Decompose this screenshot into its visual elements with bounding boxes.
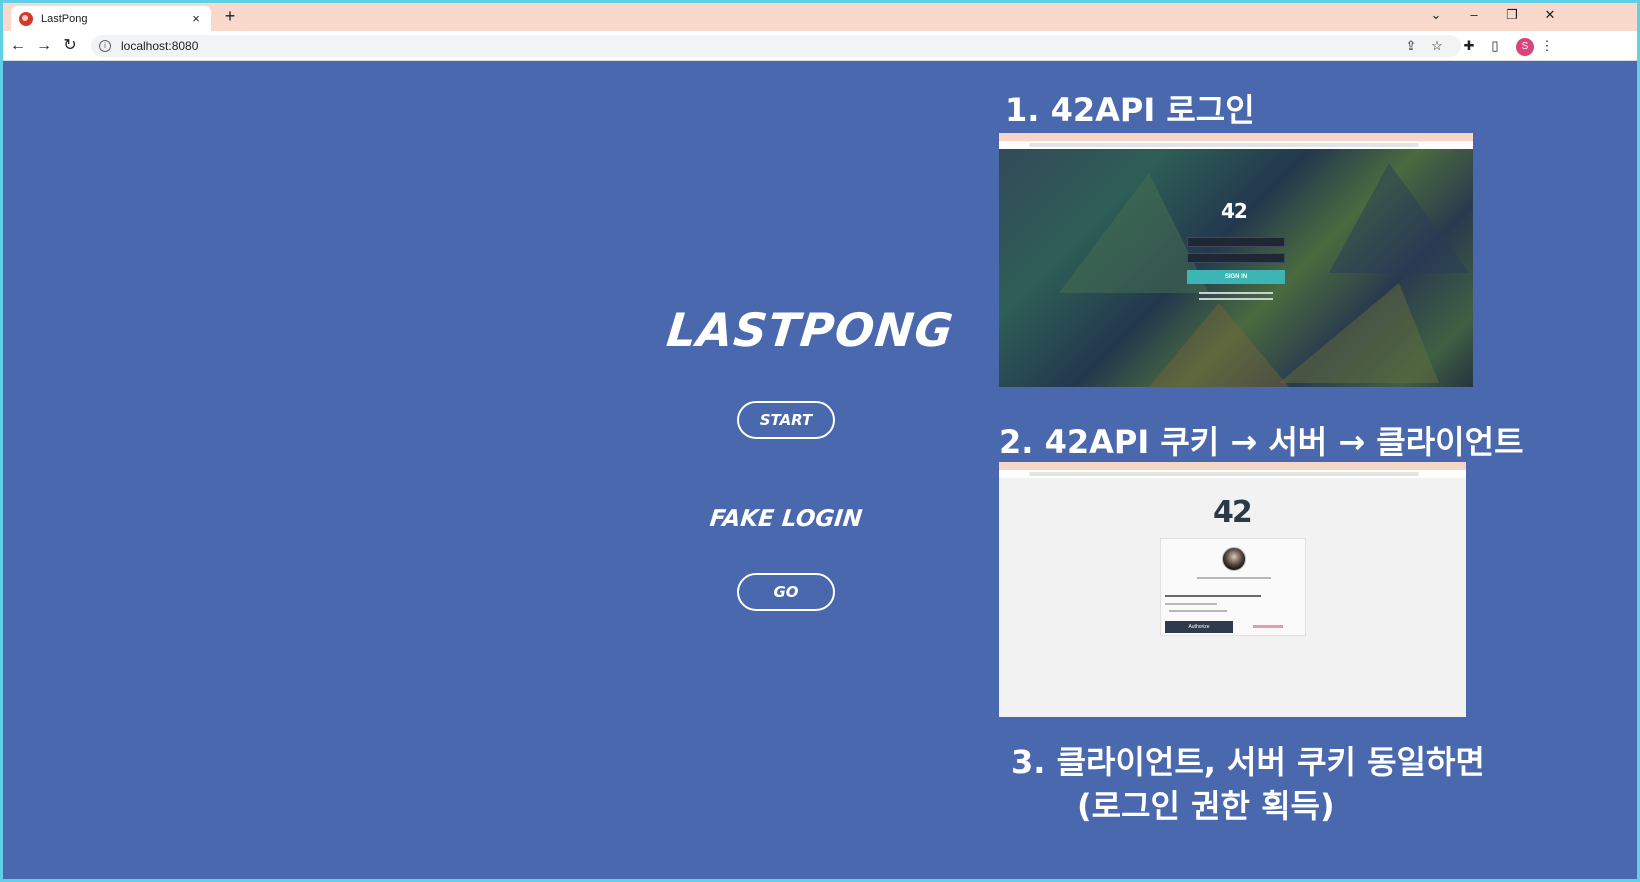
s1-terms-text: [1199, 298, 1273, 300]
minimize-icon[interactable]: –: [1463, 7, 1485, 22]
step2-heading: 2. 42API 쿠키 → 서버 → 클라이언트: [999, 423, 1524, 461]
info-icon[interactable]: i: [99, 40, 111, 52]
screenshot-42api-authorize: 42 Authorize: [999, 462, 1466, 717]
tab-strip: LastPong × + ⌄ – ❐ ✕: [3, 3, 1637, 31]
fake-login-label: FAKE LOGIN: [708, 506, 864, 532]
browser-toolbar: ← → ↻ i localhost:8080 ⇪ ☆ ✚ ▯ ⋮: [3, 31, 1637, 61]
share-icon[interactable]: ⇪: [1401, 36, 1421, 56]
tab-title: LastPong: [41, 12, 88, 25]
screenshot-42api-login: 42 SIGN IN: [999, 133, 1473, 387]
menu-dots-icon[interactable]: ⋮: [1537, 36, 1557, 56]
polygon-facet: [1329, 163, 1469, 273]
back-arrow-icon[interactable]: ←: [7, 35, 29, 57]
restore-icon[interactable]: ❐: [1501, 7, 1523, 23]
address-bar[interactable]: i localhost:8080: [91, 35, 1461, 57]
go-button[interactable]: GO: [737, 573, 835, 611]
step1-heading: 1. 42API 로그인: [1005, 91, 1255, 129]
tab-search-icon[interactable]: ⌄: [1425, 7, 1447, 23]
new-tab-button[interactable]: +: [219, 6, 241, 27]
s1-sign-in-button: SIGN IN: [1187, 270, 1285, 284]
s1-42-logo: 42: [1221, 199, 1248, 223]
favicon-icon: [19, 11, 33, 26]
s1-forgot-text: [1199, 292, 1273, 294]
step3-heading: 3. 클라이언트, 서버 쿠키 동일하면: [1011, 743, 1485, 781]
s2-authorize-text: [1165, 595, 1261, 597]
s2-scope-item: [1169, 610, 1227, 612]
mini-address-bar: [1029, 472, 1419, 476]
s2-authorize-button: Authorize: [1165, 621, 1233, 633]
side-panel-icon[interactable]: ▯: [1485, 36, 1505, 56]
browser-window: LastPong × + ⌄ – ❐ ✕ ← → ↻ i localhost:8…: [0, 0, 1640, 882]
start-button[interactable]: START: [737, 401, 835, 439]
s2-avatar: [1222, 547, 1246, 571]
profile-avatar[interactable]: S: [1516, 38, 1534, 56]
star-icon[interactable]: ☆: [1427, 36, 1447, 56]
extensions-icon[interactable]: ✚: [1459, 36, 1479, 56]
forward-arrow-icon[interactable]: →: [33, 35, 55, 57]
step3-subheading: (로그인 권한 획득): [1077, 787, 1335, 825]
url-text: localhost:8080: [121, 39, 199, 53]
close-window-icon[interactable]: ✕: [1539, 7, 1561, 23]
mini-address-bar: [1029, 143, 1419, 147]
s2-scope-text: [1165, 603, 1217, 605]
lastpong-logo: LASTPONG: [664, 303, 957, 357]
s2-authorize-card: Authorize: [1160, 538, 1306, 636]
tab-close-icon[interactable]: ×: [189, 11, 203, 26]
s2-42-logo: 42: [1213, 495, 1253, 530]
polygon-facet: [1149, 303, 1289, 387]
s2-nope-link: [1253, 625, 1283, 628]
polygon-facet: [1279, 283, 1439, 383]
s2-user-text: [1197, 577, 1271, 579]
s1-login-field: [1187, 237, 1285, 247]
tab-lastpong[interactable]: LastPong ×: [11, 6, 211, 31]
s1-password-field: [1187, 253, 1285, 263]
reload-icon[interactable]: ↻: [59, 35, 81, 57]
